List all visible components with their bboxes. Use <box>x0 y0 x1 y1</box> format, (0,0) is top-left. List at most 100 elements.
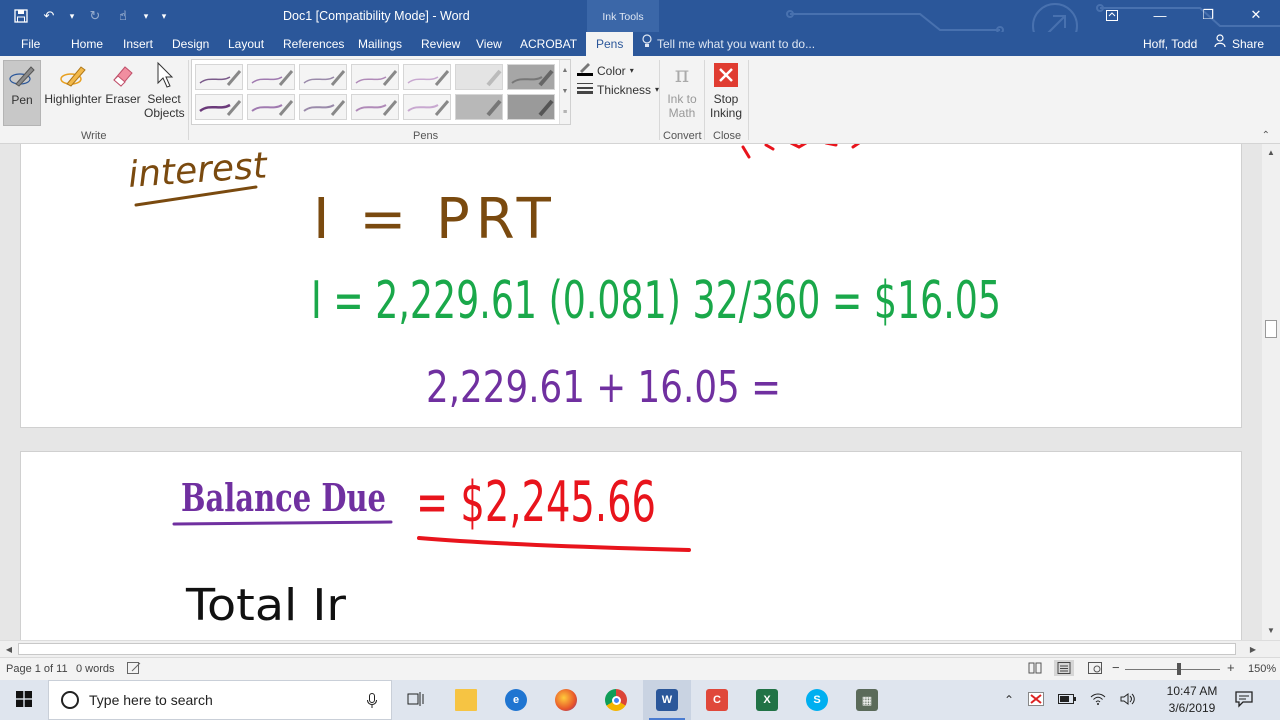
status-bar: Page 1 of 11 0 words − + 150% <box>0 657 1280 680</box>
pen-swatch[interactable] <box>351 64 399 90</box>
task-view-button[interactable] <box>392 680 440 720</box>
document-page[interactable]: interest I = PRT I = 2,229.61 (0.081) 32… <box>20 144 1242 428</box>
taskbar-clock[interactable]: 10:47 AM 3/6/2019 <box>1158 683 1226 717</box>
tab-view[interactable]: View <box>476 32 502 56</box>
pen-swatch[interactable] <box>299 64 347 90</box>
zoom-slider[interactable] <box>1125 663 1220 675</box>
pen-swatch[interactable] <box>247 64 295 90</box>
color-button[interactable]: Color ▾ <box>577 62 634 79</box>
zoom-out-icon[interactable]: − <box>1112 660 1120 675</box>
web-layout-icon[interactable] <box>1088 662 1102 677</box>
taskbar-edge[interactable]: e <box>492 680 540 720</box>
taskbar-excel[interactable]: X <box>743 680 791 720</box>
tab-home[interactable]: Home <box>71 32 103 56</box>
close-window-icon[interactable]: ✕ <box>1232 0 1280 30</box>
scroll-down-icon[interactable]: ▼ <box>1262 624 1280 638</box>
touch-mode-icon[interactable]: ☝ <box>112 5 134 27</box>
select-objects-button[interactable]: Select Objects <box>144 60 185 120</box>
pen-swatch[interactable] <box>455 94 503 120</box>
taskbar-word[interactable]: W <box>643 680 691 720</box>
collapse-ribbon-icon[interactable]: ⌃ <box>1262 130 1270 141</box>
highlighter-label: Highlighter <box>44 92 102 106</box>
vertical-scroll-thumb[interactable] <box>1265 320 1277 338</box>
volume-icon[interactable] <box>1120 692 1136 708</box>
gallery-up-icon[interactable]: ▲ <box>560 60 570 81</box>
tab-references[interactable]: References <box>283 32 344 56</box>
pen-swatch[interactable] <box>403 64 451 90</box>
zoom-slider-knob[interactable] <box>1177 663 1181 675</box>
document-area[interactable]: interest I = PRT I = 2,229.61 (0.081) 32… <box>0 144 1262 640</box>
pen-swatch[interactable] <box>299 94 347 120</box>
taskbar-search-box[interactable]: Type here to search <box>48 680 392 720</box>
pen-swatch[interactable] <box>247 94 295 120</box>
horizontal-scrollbar[interactable]: ◀ ▶ <box>0 640 1280 657</box>
page-count[interactable]: Page 1 of 11 <box>6 663 68 675</box>
tab-insert[interactable]: Insert <box>123 32 153 56</box>
pen-button[interactable]: Pen <box>3 60 41 126</box>
word-count[interactable]: 0 words <box>76 663 115 675</box>
scroll-up-icon[interactable]: ▲ <box>1262 146 1280 160</box>
restore-icon[interactable]: ❐ <box>1184 0 1232 30</box>
pen-swatch[interactable] <box>507 64 555 90</box>
horizontal-scroll-thumb[interactable] <box>18 643 1236 655</box>
taskbar-file-explorer[interactable] <box>442 680 490 720</box>
account-name[interactable]: Hoff, Todd <box>1143 32 1197 56</box>
pen-swatch[interactable] <box>195 64 243 90</box>
zoom-in-icon[interactable]: + <box>1227 660 1235 675</box>
pen-swatch[interactable] <box>351 94 399 120</box>
tab-pens[interactable]: Pens <box>586 32 634 56</box>
undo-icon[interactable]: ↶ <box>38 5 60 27</box>
pen-swatch[interactable] <box>455 64 503 90</box>
customize-qat-icon[interactable]: ▾ <box>158 5 170 27</box>
wifi-icon[interactable] <box>1090 693 1106 708</box>
pen-swatch[interactable] <box>507 94 555 120</box>
skype-icon: S <box>806 689 828 711</box>
show-hidden-icons-icon[interactable]: ⌃ <box>1004 693 1014 707</box>
tab-acrobat[interactable]: ACROBAT <box>520 32 577 56</box>
eraser-button[interactable]: Eraser <box>104 60 142 106</box>
action-center-icon[interactable] <box>1234 690 1254 708</box>
print-layout-icon[interactable] <box>1054 660 1074 676</box>
tab-layout[interactable]: Layout <box>228 32 264 56</box>
system-tray: ⌃ <box>1004 680 1136 720</box>
document-page[interactable]: Balance Due = $2,245.66 Total Ir <box>20 451 1242 640</box>
tab-review[interactable]: Review <box>421 32 460 56</box>
taskbar-app[interactable]: ▦ <box>843 680 891 720</box>
taskbar-skype[interactable]: S <box>793 680 841 720</box>
taskbar-chrome[interactable] <box>592 680 640 720</box>
tab-design[interactable]: Design <box>172 32 209 56</box>
undo-dropdown-icon[interactable]: ▾ <box>66 5 78 27</box>
read-mode-icon[interactable] <box>1028 662 1042 677</box>
scroll-left-icon[interactable]: ◀ <box>2 641 16 658</box>
battery-icon[interactable] <box>1058 693 1077 707</box>
thickness-button[interactable]: Thickness ▾ <box>577 82 659 97</box>
gallery-down-icon[interactable]: ▼ <box>560 81 570 102</box>
proofing-icon[interactable] <box>127 662 141 677</box>
gallery-more-icon[interactable]: ≡ <box>560 102 570 123</box>
zoom-level[interactable]: 150% <box>1248 663 1276 675</box>
minimize-icon[interactable]: — <box>1136 0 1184 30</box>
redo-icon[interactable]: ↻ <box>84 5 106 27</box>
excel-icon: X <box>756 689 778 711</box>
start-button[interactable] <box>0 680 48 720</box>
taskbar-snagit[interactable]: C <box>693 680 741 720</box>
tray-app-icon[interactable] <box>1028 691 1045 709</box>
scroll-right-icon[interactable]: ▶ <box>1246 641 1260 658</box>
pen-swatch[interactable] <box>195 94 243 120</box>
microphone-icon[interactable] <box>367 693 377 712</box>
highlighter-button[interactable]: Highlighter <box>42 60 104 106</box>
save-icon[interactable] <box>10 5 32 27</box>
touch-mode-dropdown-icon[interactable]: ▾ <box>140 5 152 27</box>
taskbar-firefox[interactable] <box>542 680 590 720</box>
stop-inking-button[interactable]: Stop Inking <box>706 60 746 120</box>
tab-mailings[interactable]: Mailings <box>358 32 402 56</box>
ribbon-display-options-icon[interactable] <box>1088 0 1136 30</box>
select-objects-label-2: Objects <box>144 106 185 120</box>
ink-to-math-button[interactable]: π Ink to Math <box>662 60 702 121</box>
tab-file[interactable]: File <box>21 32 40 56</box>
tell-me-search[interactable]: Tell me what you want to do... <box>642 32 815 56</box>
pen-gallery-scroll[interactable]: ▲ ▼ ≡ <box>559 60 570 124</box>
vertical-scrollbar[interactable]: ▲ ▼ <box>1262 144 1280 640</box>
pen-swatch[interactable] <box>403 94 451 120</box>
share-button[interactable]: Share <box>1214 32 1264 56</box>
